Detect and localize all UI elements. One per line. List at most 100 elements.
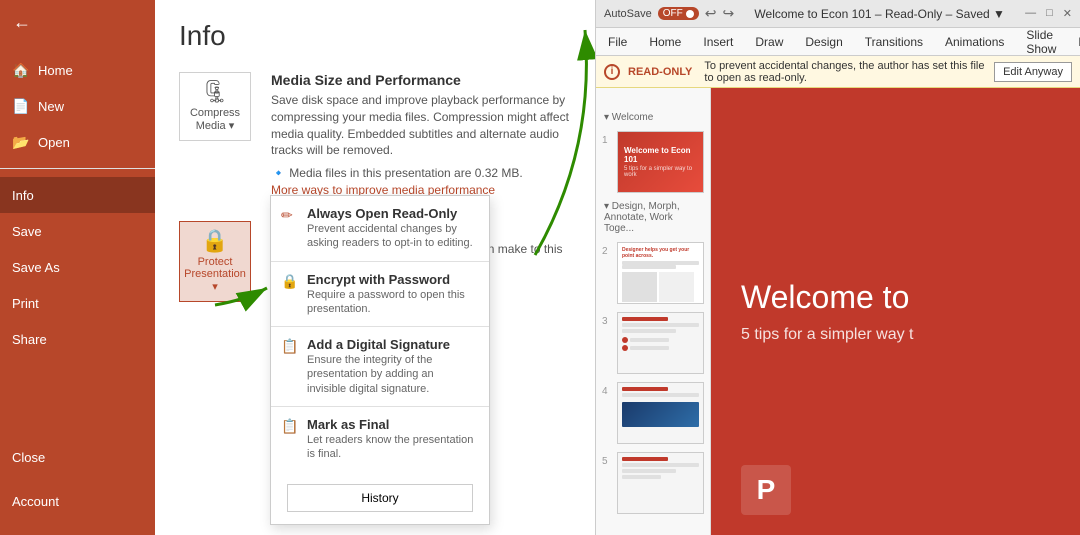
sidebar-item-open[interactable]: 📂 Open [0,124,155,160]
sidebar-item-label: Share [12,332,47,347]
back-button[interactable]: ← [0,0,44,44]
markfinal-icon: 📋 [281,418,298,435]
slide-thumbnail-4[interactable] [617,382,704,444]
readonly-text: To prevent accidental changes, the autho… [704,60,986,84]
main-content: Info 🗜 Compress Media ▾ Media Size and P… [155,0,595,535]
sidebar-item-saveas[interactable]: Save As [0,249,155,285]
slide-1-subtitle: 5 tips for a simpler way to work [624,166,697,178]
slide-num-5: 5 [602,456,612,467]
slide-3-content [618,313,703,355]
right-panel: AutoSave OFF ↩ ↪ Welcome to Econ 101 – R… [595,0,1080,535]
tab-file[interactable]: File [604,33,631,51]
compress-media-button[interactable]: 🗜 Compress Media ▾ [179,72,251,141]
title-bar: AutoSave OFF ↩ ↪ Welcome to Econ 101 – R… [596,0,1080,28]
sidebar-item-label: Info [12,188,34,203]
slide-num-2: 2 [602,246,612,257]
sidebar: ← 🏠 Home 📄 New 📂 Open Info Save Save [0,0,155,535]
password-title: Encrypt with Password [307,272,475,287]
slide-thumbnail-1[interactable]: Welcome to Econ 101 5 tips for a simpler… [617,131,704,193]
redo-button[interactable]: ↪ [722,5,734,22]
compress-label: Compress Media ▾ [190,107,240,132]
close-button[interactable]: ✕ [1063,7,1072,20]
readonly-label: READ-ONLY [628,66,692,78]
sidebar-item-label: Account [12,494,59,509]
page-title: Info [179,20,571,52]
compress-icon: 🗜 [201,81,229,103]
window-controls: — □ ✕ [1025,7,1072,20]
media-size-section: 🗜 Compress Media ▾ Media Size and Perfor… [179,72,571,197]
ribbon: File Home Insert Draw Design Transitions… [596,28,1080,56]
sidebar-item-label: Open [38,135,70,150]
tab-draw[interactable]: Draw [751,33,787,51]
tab-design[interactable]: Design [801,33,846,51]
slide-thumb-row-1: 1 Welcome to Econ 101 5 tips for a simpl… [602,131,704,193]
media-size-title: Media Size and Performance [271,72,571,88]
sidebar-item-print[interactable]: Print [0,285,155,321]
sidebar-item-close[interactable]: Close [0,439,155,475]
autosave-label: AutoSave [604,8,652,20]
sidebar-item-save[interactable]: Save [0,213,155,249]
left-panel: ← 🏠 Home 📄 New 📂 Open Info Save Save [0,0,595,535]
slide-preview: Welcome to 5 tips for a simpler way t P [711,88,1080,535]
preview-subtitle: 5 tips for a simpler way t [741,326,1050,344]
dropdown-item-signature[interactable]: 📋 Add a Digital Signature Ensure the int… [271,327,489,406]
sidebar-item-home[interactable]: 🏠 Home [0,52,155,88]
maximize-button[interactable]: □ [1046,7,1053,20]
undo-button[interactable]: ↩ [705,5,717,22]
protect-icon: 🔒 [201,230,228,252]
slide-thumbnail-2[interactable]: Designer helps you get your point across… [617,242,704,304]
readonly-bar: i READ-ONLY To prevent accidental change… [596,56,1080,88]
sidebar-nav: 🏠 Home 📄 New 📂 Open Info Save Save As [0,44,155,475]
slide-4-content [618,383,703,431]
signature-icon: 📋 [281,338,298,355]
tab-insert[interactable]: Insert [699,33,737,51]
slide-num-1: 1 [602,135,612,146]
sidebar-item-new[interactable]: 📄 New [0,88,155,124]
sidebar-item-share[interactable]: Share [0,321,155,357]
tab-home[interactable]: Home [645,33,685,51]
minimize-button[interactable]: — [1025,7,1036,20]
title-bar-title: Welcome to Econ 101 – Read-Only – Saved … [740,7,1019,21]
dropdown-item-readonly[interactable]: ✏ Always Open Read-Only Prevent accident… [271,196,489,261]
media-size-bullet: 🔹 Media files in this presentation are 0… [271,165,571,182]
markfinal-desc: Let readers know the presentation is fin… [307,433,475,462]
autosave-state: OFF [663,8,683,19]
sidebar-bottom: Account [0,475,155,535]
slide-thumb-row-5: 5 [602,452,704,514]
dropdown-item-markfinal[interactable]: 📋 Mark as Final Let readers know the pre… [271,407,489,472]
preview-logo: P [741,465,791,515]
tab-animations[interactable]: Animations [941,33,1008,51]
sidebar-item-account[interactable]: Account [0,483,155,519]
slide-preview-content: Welcome to 5 tips for a simpler way t P [711,88,1080,535]
media-size-desc: Save disk space and improve playback per… [271,92,571,159]
new-icon: 📄 [12,98,30,115]
slide-thumb-row-2: 2 Designer helps you get your point acro… [602,242,704,304]
history-button[interactable]: History [287,484,473,512]
protect-dropdown: ✏ Always Open Read-Only Prevent accident… [270,195,490,525]
signature-title: Add a Digital Signature [307,337,475,352]
slide-thumbnail-5[interactable] [617,452,704,514]
slide-num-3: 3 [602,316,612,327]
markfinal-title: Mark as Final [307,417,475,432]
tab-review[interactable]: Review [1074,33,1080,51]
group-label-welcome: ▾ Welcome [602,112,704,123]
slide-thumbnails: ▾ Welcome 1 Welcome to Econ 101 5 tips f… [596,88,711,535]
edit-anyway-button[interactable]: Edit Anyway [994,62,1072,82]
sidebar-item-label: Print [12,296,39,311]
protect-presentation-button[interactable]: 🔒 Protect Presentation ▾ [179,221,251,302]
home-icon: 🏠 [12,62,30,79]
autosave-toggle[interactable]: OFF [658,7,699,20]
password-icon: 🔒 [281,273,298,290]
sidebar-item-label: Close [12,450,45,465]
dropdown-item-password[interactable]: 🔒 Encrypt with Password Require a passwo… [271,262,489,327]
sidebar-item-info[interactable]: Info [0,177,155,213]
slide-area: ▾ Welcome 1 Welcome to Econ 101 5 tips f… [596,88,1080,535]
protect-label: Protect Presentation ▾ [184,256,246,293]
tab-transitions[interactable]: Transitions [861,33,927,51]
slide-thumbnail-3[interactable] [617,312,704,374]
open-icon: 📂 [12,134,30,151]
slide-5-content [618,453,703,483]
group-label-design: ▾ Design, Morph, Annotate, Work Toge... [602,201,704,234]
tab-slideshow[interactable]: Slide Show [1022,26,1060,58]
sidebar-item-label: Home [38,63,73,78]
